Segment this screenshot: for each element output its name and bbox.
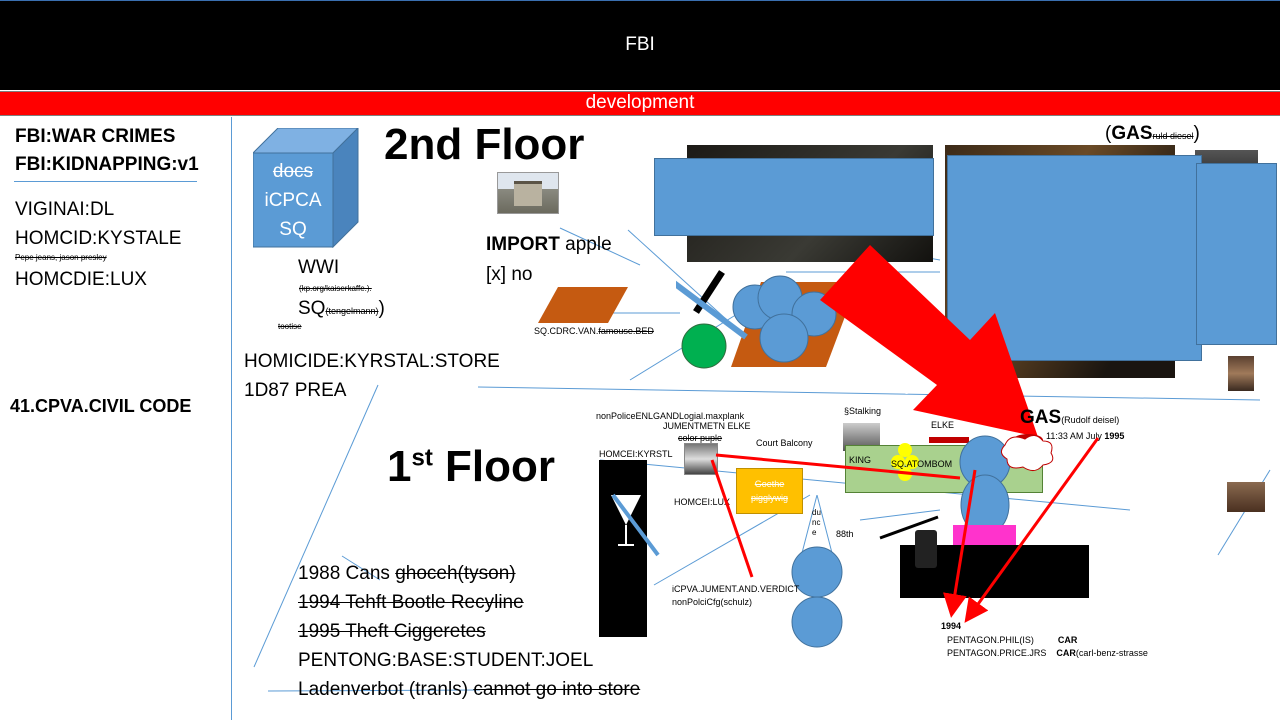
list-item-1995: 1995 Theft Ciggeretes: [298, 621, 486, 642]
list-item-pentong: PENTONG:BASE:STUDENT:JOEL: [298, 650, 594, 671]
list-item-ladenverbot-text: Ladenverbot (tranls): [298, 679, 474, 700]
list-item-1988: 1988 Cans ghoceh(tyson): [298, 563, 516, 585]
list-item-1988-struck: ghoceh(tyson): [395, 563, 516, 584]
list-item-ladenverbot: Ladenverbot (tranls) cannot go into stor…: [298, 679, 640, 701]
list-item-1988-text: 1988 Cans: [298, 563, 396, 584]
red-connector-lines: [710, 437, 1100, 623]
list-item-1994: 1994 Tehft Bootle Recyline: [298, 592, 524, 613]
list-item-ladenverbot-struck: cannot go into store: [473, 679, 641, 700]
